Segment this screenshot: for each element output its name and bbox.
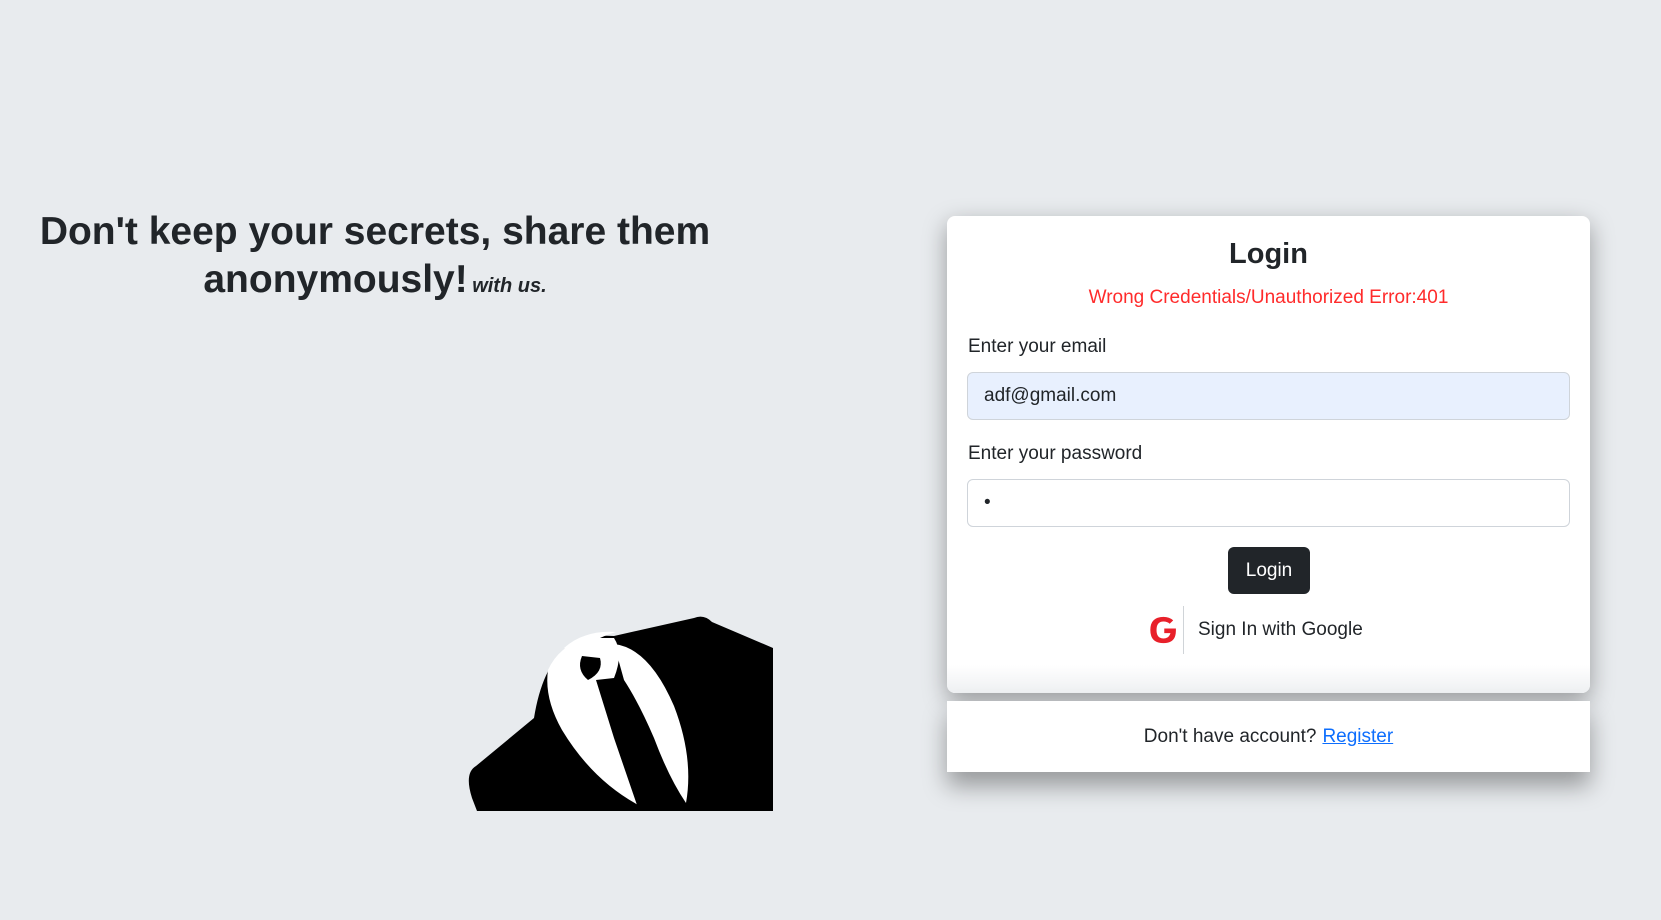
password-field[interactable] — [967, 479, 1570, 527]
password-label: Enter your password — [968, 443, 1143, 464]
login-card: Login Wrong Credentials/Unauthorized Err… — [947, 216, 1590, 693]
email-label: Enter your email — [968, 336, 1107, 357]
register-panel: Don't have account? Register — [947, 701, 1590, 772]
page: Don't keep your secrets, share them anon… — [0, 0, 1661, 920]
google-signin-label: Sign In with Google — [1198, 619, 1363, 640]
anonymous-figure-illustration — [464, 608, 773, 811]
google-signin-button[interactable]: Sign In with Google — [1148, 606, 1363, 654]
google-icon — [1148, 606, 1184, 654]
login-title: Login — [1229, 238, 1308, 270]
hero-title: Don't keep your secrets, share them anon… — [39, 210, 711, 301]
card-bottom-fade — [947, 665, 1590, 693]
hero-subtitle: with us. — [472, 275, 547, 297]
email-field[interactable] — [967, 372, 1570, 420]
hero-section: Don't keep your secrets, share them anon… — [30, 208, 720, 304]
register-link[interactable]: Register — [1322, 726, 1393, 748]
anonymous-figure-icon — [468, 616, 773, 811]
register-prompt: Don't have account? — [1143, 725, 1317, 747]
error-message: Wrong Credentials/Unauthorized Error:401 — [1088, 287, 1449, 308]
login-button[interactable]: Login — [1228, 547, 1310, 594]
